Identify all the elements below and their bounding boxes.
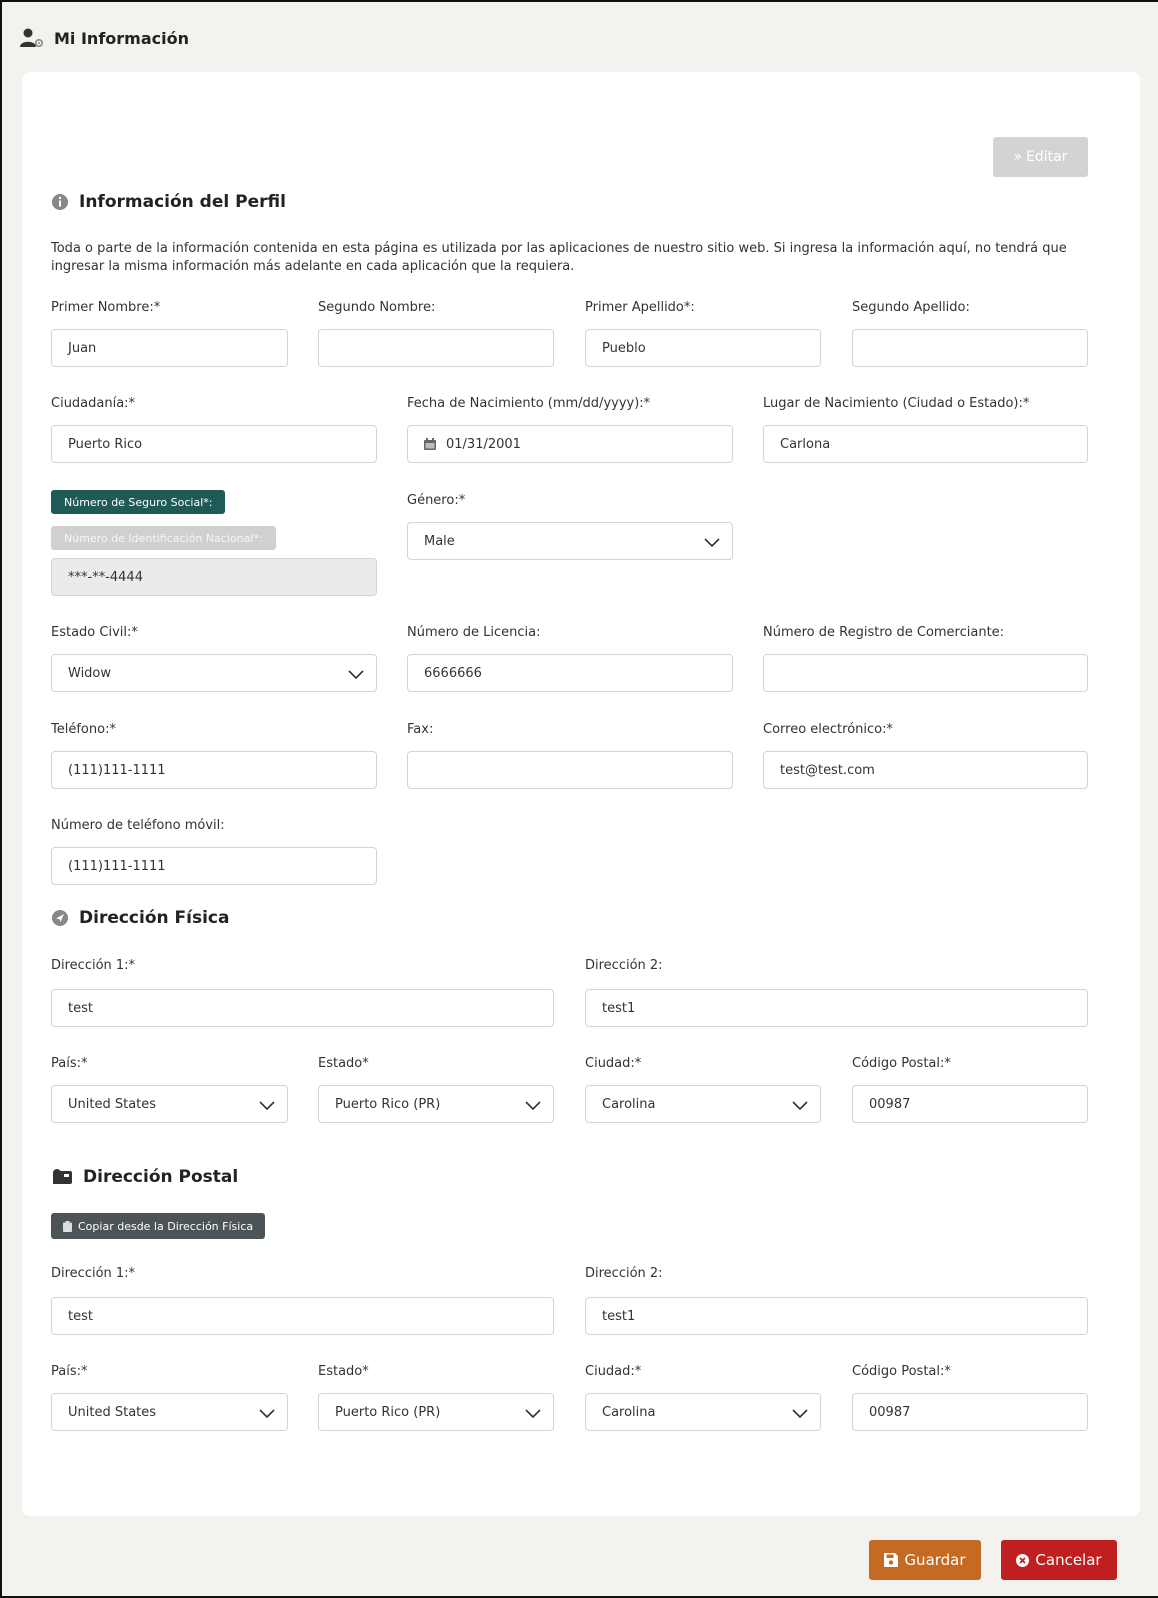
email-label: Correo electrónico:* — [763, 722, 893, 737]
chevron-down-icon — [792, 1409, 808, 1419]
marital-status-label: Estado Civil:* — [51, 625, 138, 640]
info-icon — [52, 194, 68, 210]
clipboard-icon — [63, 1220, 72, 1232]
license-number-input[interactable]: 6666666 — [407, 654, 733, 692]
postal-city-label: Ciudad:* — [585, 1364, 642, 1379]
physical-state-value: Puerto Rico (PR) — [335, 1096, 441, 1112]
phone-input[interactable]: (111)111-1111 — [51, 751, 377, 789]
mailbox-icon — [53, 1169, 72, 1184]
marital-status-value: Widow — [68, 665, 112, 681]
ssn-toggle-badge[interactable]: Número de Seguro Social*: — [51, 490, 226, 514]
birth-date-value: 01/31/2001 — [446, 436, 521, 452]
postal-state-select[interactable]: Puerto Rico (PR) — [318, 1393, 554, 1431]
physical-state-select[interactable]: Puerto Rico (PR) — [318, 1085, 554, 1123]
merchant-registry-label: Número de Registro de Comerciante: — [763, 625, 1005, 640]
section-postal-address-title: Dirección Postal — [51, 1167, 238, 1187]
close-circle-icon — [1016, 1553, 1030, 1567]
citizenship-input[interactable]: Puerto Rico — [51, 425, 377, 463]
physical-address1-input[interactable]: test — [51, 989, 554, 1027]
national-id-toggle-badge[interactable]: Número de Identificación Nacional*: — [51, 526, 276, 550]
first-name-input[interactable]: Juan — [51, 329, 288, 367]
license-number-label: Número de Licencia: — [407, 625, 541, 640]
postal-country-label: País:* — [51, 1364, 88, 1379]
merchant-registry-input[interactable] — [763, 654, 1088, 692]
citizenship-label: Ciudadanía:* — [51, 396, 136, 411]
physical-address2-label: Dirección 2: — [585, 958, 663, 973]
chevron-down-icon — [259, 1409, 275, 1419]
location-arrow-icon — [52, 910, 68, 926]
postal-state-label: Estado* — [318, 1364, 369, 1379]
birth-place-input[interactable]: Carlona — [763, 425, 1088, 463]
ssn-input[interactable]: ***-**-4444 — [51, 558, 377, 596]
birth-place-label: Lugar de Nacimiento (Ciudad o Estado):* — [763, 396, 1030, 411]
birth-date-input[interactable]: 01/31/2001 — [407, 425, 733, 463]
fax-input[interactable] — [407, 751, 733, 789]
gender-label: Género:* — [407, 493, 466, 508]
physical-address2-input[interactable]: test1 — [585, 989, 1088, 1027]
mobile-input[interactable]: (111)111-1111 — [51, 847, 377, 885]
postal-country-value: United States — [68, 1404, 157, 1420]
header: Mi Información — [20, 24, 189, 52]
gender-value: Male — [424, 533, 455, 549]
cancel-button[interactable]: Cancelar — [1001, 1540, 1117, 1580]
fax-label: Fax: — [407, 722, 434, 737]
postal-city-value: Carolina — [602, 1404, 656, 1420]
copy-physical-address-button[interactable]: Copiar desde la Dirección Física — [51, 1213, 266, 1239]
postal-zip-input[interactable]: 00987 — [852, 1393, 1088, 1431]
gender-select[interactable]: Male — [407, 522, 733, 560]
physical-city-select[interactable]: Carolina — [585, 1085, 821, 1123]
chevron-down-icon — [259, 1101, 275, 1111]
mobile-label: Número de teléfono móvil: — [51, 818, 225, 833]
postal-city-select[interactable]: Carolina — [585, 1393, 821, 1431]
postal-country-select[interactable]: United States — [51, 1393, 288, 1431]
second-last-name-input[interactable] — [852, 329, 1088, 367]
section-physical-address-title: Dirección Física — [51, 908, 229, 928]
page-frame: Mi Información » Editar Información del … — [0, 0, 1158, 1598]
page-title: Mi Información — [54, 28, 189, 48]
physical-state-label: Estado* — [318, 1056, 369, 1071]
marital-status-select[interactable]: Widow — [51, 654, 377, 692]
postal-zip-label: Código Postal:* — [852, 1364, 951, 1379]
last-name-input[interactable]: Pueblo — [585, 329, 821, 367]
birth-date-label: Fecha de Nacimiento (mm/dd/yyyy):* — [407, 396, 651, 411]
email-input[interactable]: test@test.com — [763, 751, 1088, 789]
double-chevron-right-icon: » — [1013, 149, 1023, 165]
physical-country-label: País:* — [51, 1056, 88, 1071]
middle-name-input[interactable] — [318, 329, 554, 367]
postal-address1-input[interactable]: test — [51, 1297, 554, 1335]
physical-zip-label: Código Postal:* — [852, 1056, 951, 1071]
postal-address2-label: Dirección 2: — [585, 1266, 663, 1281]
physical-zip-input[interactable]: 00987 — [852, 1085, 1088, 1123]
chevron-down-icon — [525, 1409, 541, 1419]
physical-city-label: Ciudad:* — [585, 1056, 642, 1071]
second-last-name-label: Segundo Apellido: — [852, 300, 970, 315]
physical-address1-label: Dirección 1:* — [51, 958, 136, 973]
physical-country-select[interactable]: United States — [51, 1085, 288, 1123]
phone-label: Teléfono:* — [51, 722, 116, 737]
section-profile-title: Información del Perfil — [51, 192, 286, 212]
profile-description: Toda o parte de la información contenida… — [51, 241, 1067, 274]
save-button[interactable]: Guardar — [869, 1540, 981, 1580]
user-gear-icon — [20, 28, 44, 48]
calendar-icon — [424, 438, 436, 450]
postal-address1-label: Dirección 1:* — [51, 1266, 136, 1281]
floppy-disk-icon — [884, 1553, 899, 1567]
postal-address2-input[interactable]: test1 — [585, 1297, 1088, 1335]
chevron-down-icon — [348, 670, 364, 680]
physical-country-value: United States — [68, 1096, 157, 1112]
first-name-label: Primer Nombre:* — [51, 300, 161, 315]
edit-button[interactable]: » Editar — [993, 137, 1088, 177]
last-name-label: Primer Apellido*: — [585, 300, 695, 315]
chevron-down-icon — [704, 538, 720, 548]
chevron-down-icon — [792, 1101, 808, 1111]
chevron-down-icon — [525, 1101, 541, 1111]
postal-state-value: Puerto Rico (PR) — [335, 1404, 441, 1420]
middle-name-label: Segundo Nombre: — [318, 300, 436, 315]
physical-city-value: Carolina — [602, 1096, 656, 1112]
